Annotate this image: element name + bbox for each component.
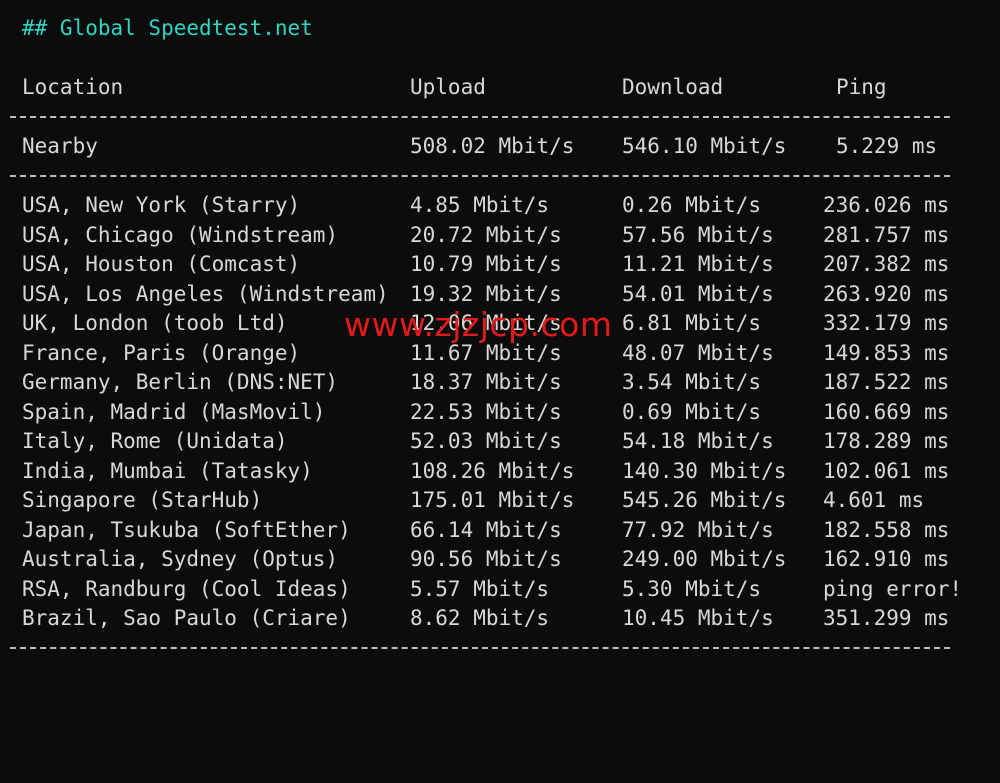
row-location: USA, Houston (Comcast) [22,252,301,276]
row-location: Singapore (StarHub) [22,488,263,512]
row-upload: 90.56 Mbit/s [410,547,562,571]
divider-bottom [10,647,950,649]
table-row: RSA, Randburg (Cool Ideas) 5.57 Mbit/s 5… [0,574,1000,604]
row-download: 140.30 Mbit/s [622,459,787,483]
table-row: Italy, Rome (Unidata) 52.03 Mbit/s 54.18… [0,426,1000,456]
row-ping: 332.179 ms [823,311,950,335]
header-location: Location [22,75,124,99]
row-upload: 18.37 Mbit/s [410,370,562,394]
row-upload: 175.01 Mbit/s [410,488,575,512]
row-location: Germany, Berlin (DNS:NET) [22,370,339,394]
row-ping: 149.853 ms [823,341,950,365]
row-location: Spain, Madrid (MasMovil) [22,400,326,424]
row-ping: 281.757 ms [823,223,950,247]
row-download: 545.26 Mbit/s [622,488,787,512]
header-upload: Upload [410,75,486,99]
row-ping: 178.289 ms [823,429,950,453]
nearby-download: 546.10 Mbit/s [622,134,787,158]
table-row: UK, London (toob Ltd) 12.06 Mbit/s 6.81 … [0,308,1000,338]
row-ping: 263.920 ms [823,282,950,306]
table-header: Location Upload Download Ping [0,72,1000,102]
row-location: Brazil, Sao Paulo (Criare) [22,606,351,630]
row-ping: 187.522 ms [823,370,950,394]
row-location: India, Mumbai (Tatasky) [22,459,313,483]
table-row: USA, Houston (Comcast) 10.79 Mbit/s 11.2… [0,249,1000,279]
section-title-line: ## Global Speedtest.net [0,13,1000,43]
row-ping: 236.026 ms [823,193,950,217]
nearby-ping: 5.229 ms [836,134,938,158]
row-upload: 4.85 Mbit/s [410,193,550,217]
row-location: USA, Chicago (Windstream) [22,223,339,247]
row-download: 54.01 Mbit/s [622,282,774,306]
nearby-row: Nearby 508.02 Mbit/s 546.10 Mbit/s 5.229… [0,131,1000,161]
row-download: 10.45 Mbit/s [622,606,774,630]
table-row: Spain, Madrid (MasMovil) 22.53 Mbit/s 0.… [0,397,1000,427]
row-download: 6.81 Mbit/s [622,311,762,335]
row-upload: 8.62 Mbit/s [410,606,550,630]
row-upload: 22.53 Mbit/s [410,400,562,424]
table-row: Singapore (StarHub) 175.01 Mbit/s 545.26… [0,485,1000,515]
row-upload: 19.32 Mbit/s [410,282,562,306]
row-ping: 182.558 ms [823,518,950,542]
row-download: 54.18 Mbit/s [622,429,774,453]
nearby-upload: 508.02 Mbit/s [410,134,575,158]
row-download: 3.54 Mbit/s [622,370,762,394]
table-row: USA, Chicago (Windstream) 20.72 Mbit/s 5… [0,220,1000,250]
row-location: France, Paris (Orange) [22,341,301,365]
table-row: USA, New York (Starry) 4.85 Mbit/s 0.26 … [0,190,1000,220]
row-upload: 20.72 Mbit/s [410,223,562,247]
table-row: Australia, Sydney (Optus) 90.56 Mbit/s 2… [0,544,1000,574]
row-download: 5.30 Mbit/s [622,577,762,601]
row-upload: 10.79 Mbit/s [410,252,562,276]
row-location: Australia, Sydney (Optus) [22,547,339,571]
header-download: Download [622,75,724,99]
row-ping: 207.382 ms [823,252,950,276]
row-ping: 4.601 ms [823,488,925,512]
row-upload: 66.14 Mbit/s [410,518,562,542]
row-ping: 102.061 ms [823,459,950,483]
row-ping: ping error! [823,577,963,601]
row-download: 57.56 Mbit/s [622,223,774,247]
row-download: 249.00 Mbit/s [622,547,787,571]
row-ping: 160.669 ms [823,400,950,424]
row-ping: 351.299 ms [823,606,950,630]
row-download: 77.92 Mbit/s [622,518,774,542]
row-location: UK, London (toob Ltd) [22,311,288,335]
row-download: 0.26 Mbit/s [622,193,762,217]
table-row: France, Paris (Orange) 11.67 Mbit/s 48.0… [0,338,1000,368]
row-upload: 108.26 Mbit/s [410,459,575,483]
table-row: Germany, Berlin (DNS:NET) 18.37 Mbit/s 3… [0,367,1000,397]
section-title: ## Global Speedtest.net [22,16,313,40]
row-location: Italy, Rome (Unidata) [22,429,288,453]
table-row: USA, Los Angeles (Windstream) 19.32 Mbit… [0,279,1000,309]
table-row: Japan, Tsukuba (SoftEther) 66.14 Mbit/s … [0,515,1000,545]
row-location: RSA, Randburg (Cool Ideas) [22,577,351,601]
row-location: USA, Los Angeles (Windstream) [22,282,389,306]
row-upload: 11.67 Mbit/s [410,341,562,365]
divider-middle [10,175,950,177]
row-download: 0.69 Mbit/s [622,400,762,424]
table-row: Brazil, Sao Paulo (Criare) 8.62 Mbit/s 1… [0,603,1000,633]
row-download: 48.07 Mbit/s [622,341,774,365]
row-location: USA, New York (Starry) [22,193,301,217]
row-download: 11.21 Mbit/s [622,252,774,276]
nearby-location: Nearby [22,134,98,158]
row-upload: 5.57 Mbit/s [410,577,550,601]
row-upload: 12.06 Mbit/s [410,311,562,335]
divider-top [10,116,950,118]
row-location: Japan, Tsukuba (SoftEther) [22,518,351,542]
row-upload: 52.03 Mbit/s [410,429,562,453]
table-row: India, Mumbai (Tatasky) 108.26 Mbit/s 14… [0,456,1000,486]
header-ping: Ping [836,75,887,99]
row-ping: 162.910 ms [823,547,950,571]
